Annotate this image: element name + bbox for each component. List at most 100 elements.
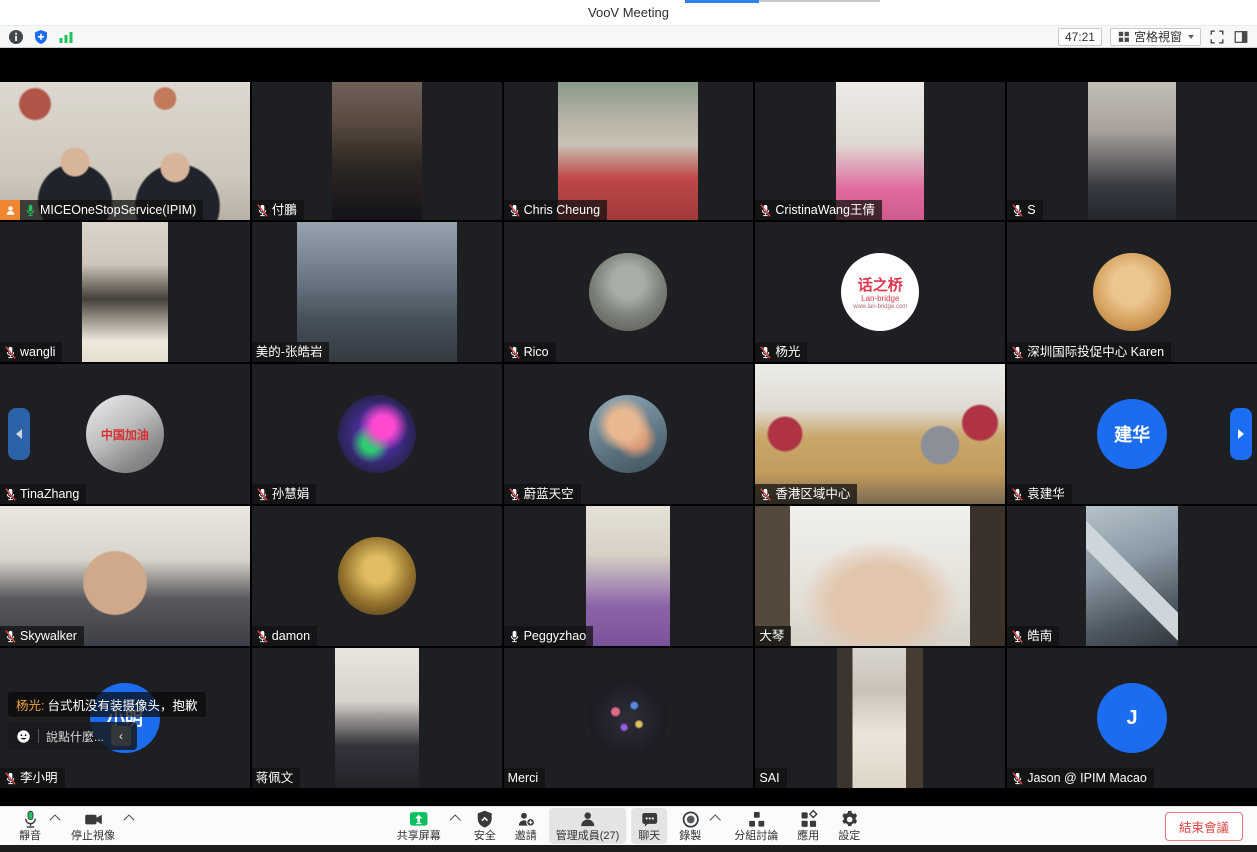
participant-tile[interactable]: 孙慧娟: [252, 364, 502, 504]
participant-video: [297, 222, 457, 362]
window-title: VooV Meeting: [0, 0, 1257, 26]
toolbar-label: 邀請: [515, 830, 537, 843]
participant-tile[interactable]: Chris Cheung: [504, 82, 754, 220]
toolbar-button-camera[interactable]: 停止視像: [64, 808, 122, 844]
participant-tile[interactable]: 小明杨光:台式机没有装摄像头，抱歉說點什麼...‹李小明: [0, 648, 250, 788]
participant-tile[interactable]: 蒋佩文: [252, 648, 502, 788]
toolbar-label: 設定: [838, 830, 860, 843]
mic-muted-icon: [4, 630, 17, 643]
participant-avatar: 建华: [1097, 399, 1167, 469]
participant-tile[interactable]: 香港区域中心: [755, 364, 1005, 504]
participant-tile[interactable]: Peggyzhao: [504, 506, 754, 646]
mic-muted-icon: [256, 204, 269, 217]
participant-video: [1088, 82, 1176, 220]
participant-tile[interactable]: 皓南: [1007, 506, 1257, 646]
participant-tile[interactable]: J Jason @ IPIM Macao: [1007, 648, 1257, 788]
chat-quick-reply-bar[interactable]: 說點什麼... ‹: [8, 722, 137, 750]
participant-tile[interactable]: 蔚蓝天空: [504, 364, 754, 504]
participant-name: 香港区域中心: [775, 486, 850, 502]
mic-muted-icon: [759, 346, 772, 359]
toolbar-label: 停止視像: [71, 830, 115, 843]
breakout-icon: [746, 809, 767, 830]
mic-muted-icon: [1011, 346, 1024, 359]
chevron-left-icon: [16, 429, 22, 439]
previous-page-button[interactable]: [8, 408, 30, 460]
toolbar-label: 共享屏幕: [397, 830, 441, 843]
participant-avatar: 话之桥Lan-bridgewww.lan-bridge.com: [841, 253, 919, 331]
participant-tile[interactable]: damon: [252, 506, 502, 646]
toolbar-button-chat[interactable]: 聊天: [631, 808, 667, 844]
tab-indicator-active: [685, 0, 759, 3]
toolbar-label: 安全: [474, 830, 496, 843]
toolbar-button-breakout[interactable]: 分組討論: [727, 808, 785, 844]
end-meeting-button[interactable]: 結束會議: [1165, 812, 1243, 841]
chevron-up-icon[interactable]: [710, 814, 721, 825]
participant-name-label: damon: [252, 626, 317, 646]
participant-tile[interactable]: 大琴: [755, 506, 1005, 646]
participant-name-label: S: [1007, 200, 1042, 220]
participant-tile[interactable]: CristinaWang王倩: [755, 82, 1005, 220]
participant-tile[interactable]: 美的-张皓岩: [252, 222, 502, 362]
toolbar-button-record[interactable]: 錄製: [672, 808, 708, 844]
participant-tile[interactable]: SAI: [755, 648, 1005, 788]
chevron-up-icon[interactable]: [449, 814, 460, 825]
toolbar-button-shield[interactable]: 安全: [467, 808, 503, 844]
participant-tile[interactable]: Rico: [504, 222, 754, 362]
chat-message: 杨光:台式机没有装摄像头，抱歉: [8, 692, 206, 717]
next-page-button[interactable]: [1230, 408, 1252, 460]
emoji-icon[interactable]: [16, 729, 31, 744]
chat-sender: 杨光:: [16, 699, 44, 713]
side-panel-icon[interactable]: [1233, 29, 1249, 45]
mic-muted-icon: [4, 772, 17, 785]
participant-name: Jason @ IPIM Macao: [1027, 770, 1147, 786]
mic-muted-icon: [508, 488, 521, 501]
participant-tile[interactable]: 中国加油TinaZhang: [0, 364, 250, 504]
participant-name: SAI: [759, 770, 779, 786]
toolbar-button-members[interactable]: 管理成員(27): [549, 808, 627, 844]
toolbar-button-share[interactable]: 共享屏幕: [390, 808, 448, 844]
participant-name: 皓南: [1027, 628, 1052, 644]
toolbar-button-gear[interactable]: 設定: [831, 808, 867, 844]
participant-name: 蒋佩文: [256, 770, 294, 786]
view-mode-button[interactable]: 宮格視窗: [1110, 28, 1201, 46]
meeting-info-icon[interactable]: [8, 29, 24, 45]
participant-tile[interactable]: 付鵬: [252, 82, 502, 220]
participant-name-label: Jason @ IPIM Macao: [1007, 768, 1154, 788]
participant-tile[interactable]: 建华袁建华: [1007, 364, 1257, 504]
chat-input-placeholder[interactable]: 說點什麼...: [46, 728, 104, 745]
avatar-text: 中国加油: [101, 426, 149, 443]
network-signal-icon[interactable]: [58, 30, 74, 44]
participant-name: MICEOneStopService(IPIM): [40, 202, 196, 218]
participant-tile[interactable]: MICEOneStopService(IPIM): [0, 82, 250, 220]
mic-icon: [24, 204, 37, 217]
avatar-text: J: [1127, 707, 1138, 730]
mic-muted-icon: [4, 488, 17, 501]
participant-name-label: SAI: [755, 768, 786, 788]
chevron-up-icon[interactable]: [49, 814, 60, 825]
toolbar-button-invite[interactable]: 邀請: [508, 808, 544, 844]
participant-name: 深圳国际投促中心 Karen: [1027, 344, 1164, 360]
fullscreen-icon[interactable]: [1209, 29, 1225, 45]
chevron-up-icon[interactable]: [123, 814, 134, 825]
participant-tile[interactable]: S: [1007, 82, 1257, 220]
members-icon: [577, 809, 598, 830]
avatar-text: 话之桥: [858, 274, 903, 295]
participant-name: 付鵬: [272, 202, 297, 218]
toolbar-button-mic[interactable]: 靜音: [12, 808, 48, 844]
participant-tile[interactable]: 深圳国际投促中心 Karen: [1007, 222, 1257, 362]
participant-tile[interactable]: 话之桥Lan-bridgewww.lan-bridge.com杨光: [755, 222, 1005, 362]
participant-tile[interactable]: Skywalker: [0, 506, 250, 646]
collapse-chat-button[interactable]: ‹: [111, 726, 131, 746]
participant-tile[interactable]: wangli: [0, 222, 250, 362]
participant-tile[interactable]: Merci: [504, 648, 754, 788]
meeting-topbar: 47:21 宮格視窗: [0, 25, 1257, 48]
record-icon: [680, 809, 701, 830]
video-stage: MICEOneStopService(IPIM) 付鵬 Chris CheungCr…: [0, 48, 1257, 806]
participant-name-label: wangli: [0, 342, 62, 362]
participant-name-label: 皓南: [1007, 626, 1059, 646]
toolbar-button-apps[interactable]: 應用: [790, 808, 826, 844]
host-badge-icon: [0, 200, 20, 220]
participant-name-label: MICEOneStopService(IPIM): [0, 200, 203, 220]
security-shield-icon[interactable]: [33, 29, 49, 45]
mic-muted-icon: [256, 488, 269, 501]
